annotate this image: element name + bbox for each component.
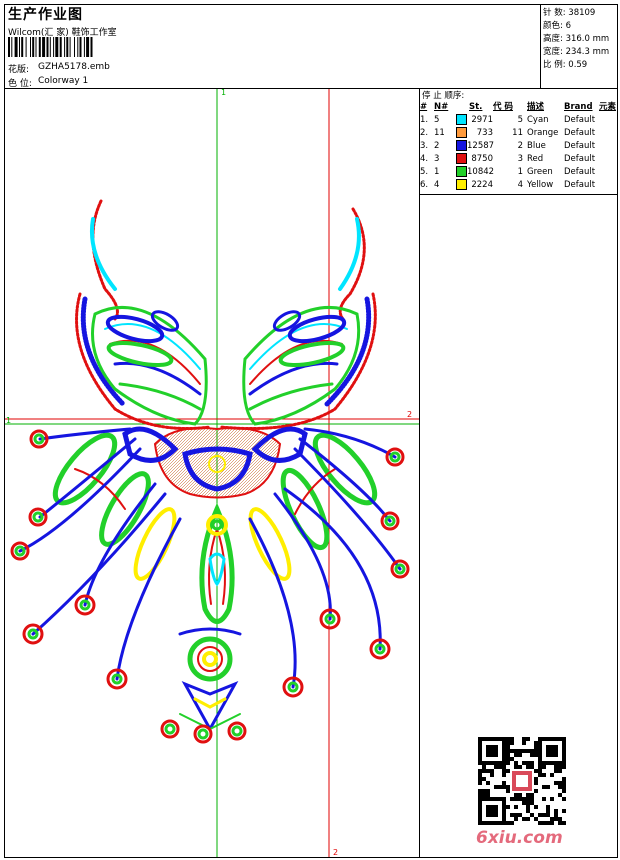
color-swatch <box>456 179 467 190</box>
thread-row: 2. 11 733 11 Orange Default <box>420 127 616 140</box>
row-brand: Default <box>564 141 596 151</box>
row-element <box>599 153 616 166</box>
row-element <box>599 140 616 153</box>
thread-table-header: # N# St. 代 码 描述 Brand 元素 <box>420 101 616 114</box>
stat-stitches: 针 数: 38109 <box>543 8 596 18</box>
row-index: 4. <box>420 154 429 164</box>
color-swatch <box>456 153 467 164</box>
row-code: 4 <box>517 180 523 190</box>
colorway-label: 色 位: <box>8 79 32 89</box>
col-element: 元素 <box>599 102 617 112</box>
design-label: 花版: <box>8 65 30 75</box>
table-divider <box>419 194 618 195</box>
row-swatch-stitches: 12587 <box>456 140 494 153</box>
watermark-logo: 6xiu.com <box>476 828 563 848</box>
row-code: 1 <box>517 167 523 177</box>
row-desc: Blue <box>527 141 546 151</box>
row-brand: Default <box>564 154 596 164</box>
row-desc: Orange <box>527 128 559 138</box>
col-needle: N# <box>434 102 449 112</box>
embroidery-preview: 1 1 2 2 <box>5 89 419 857</box>
row-brand: Default <box>564 115 596 125</box>
row-swatch-stitches: 2971 <box>456 114 493 127</box>
stat-scale: 比 例: 0.59 <box>543 60 588 70</box>
thread-row: 6. 4 2224 4 Yellow Default <box>420 179 616 192</box>
stats-divider <box>540 4 541 88</box>
row-brand: Default <box>564 167 596 177</box>
row-needle: 5 <box>434 115 440 125</box>
design-filename: GZHA5178.emb <box>38 62 110 72</box>
row-index: 2. <box>420 128 429 138</box>
row-swatch-stitches: 733 <box>456 127 493 140</box>
row-desc: Green <box>527 167 553 177</box>
stat-width: 宽度: 234.3 mm <box>543 47 610 57</box>
row-index: 5. <box>420 167 429 177</box>
page-title: 生产作业图 <box>8 7 83 23</box>
colorway-value: Colorway 1 <box>38 76 89 86</box>
thread-row: 5. 1 10842 1 Green Default <box>420 166 616 179</box>
row-element <box>599 179 616 192</box>
row-needle: 11 <box>434 128 445 138</box>
stat-height: 高度: 316.0 mm <box>543 34 610 44</box>
guide-label-h1: 1 <box>6 416 11 425</box>
col-brand: Brand <box>564 102 593 112</box>
row-swatch-stitches: 8750 <box>456 153 493 166</box>
barcode <box>8 37 93 57</box>
row-code: 2 <box>517 141 523 151</box>
embroidery-artwork <box>10 199 410 744</box>
color-swatch <box>456 114 467 125</box>
row-element <box>599 127 616 140</box>
thread-row: 3. 2 12587 2 Blue Default <box>420 140 616 153</box>
row-code: 5 <box>517 115 523 125</box>
row-index: 3. <box>420 141 429 151</box>
row-needle: 1 <box>434 167 440 177</box>
row-code: 3 <box>517 154 523 164</box>
col-swatch-stitches: St. <box>469 102 483 112</box>
stat-colors: 颜色: 6 <box>543 21 571 31</box>
row-brand: Default <box>564 128 596 138</box>
row-needle: 4 <box>434 180 440 190</box>
color-swatch <box>456 140 467 151</box>
row-needle: 2 <box>434 141 440 151</box>
color-swatch <box>456 127 467 138</box>
row-index: 6. <box>420 180 429 190</box>
row-brand: Default <box>564 180 596 190</box>
thread-row: 1. 5 2971 5 Cyan Default <box>420 114 616 127</box>
row-swatch-stitches: 2224 <box>456 179 493 192</box>
guide-label-v2: 2 <box>333 848 338 857</box>
col-code: 代 码 <box>493 102 513 112</box>
row-element <box>599 114 616 127</box>
row-element <box>599 166 616 179</box>
row-desc: Cyan <box>527 115 549 125</box>
stop-sequence-title: 停 止 顺序: <box>422 91 465 101</box>
qr-code <box>478 737 566 825</box>
thread-table: # N# St. 代 码 描述 Brand 元素 1. 5 2971 5 Cyan Def… <box>420 101 616 192</box>
thread-row: 4. 3 8750 3 Red Default <box>420 153 616 166</box>
color-swatch <box>456 166 467 177</box>
row-needle: 3 <box>434 154 440 164</box>
row-code: 11 <box>512 128 523 138</box>
row-desc: Red <box>527 154 544 164</box>
guide-label-h2: 2 <box>407 410 412 419</box>
row-index: 1. <box>420 115 429 125</box>
guide-label-v1: 1 <box>221 89 226 97</box>
col-desc: 描述 <box>527 102 545 112</box>
row-swatch-stitches: 10842 <box>456 166 494 179</box>
col-index: # <box>420 102 428 112</box>
sidebar-divider <box>419 88 420 858</box>
row-desc: Yellow <box>527 180 554 190</box>
